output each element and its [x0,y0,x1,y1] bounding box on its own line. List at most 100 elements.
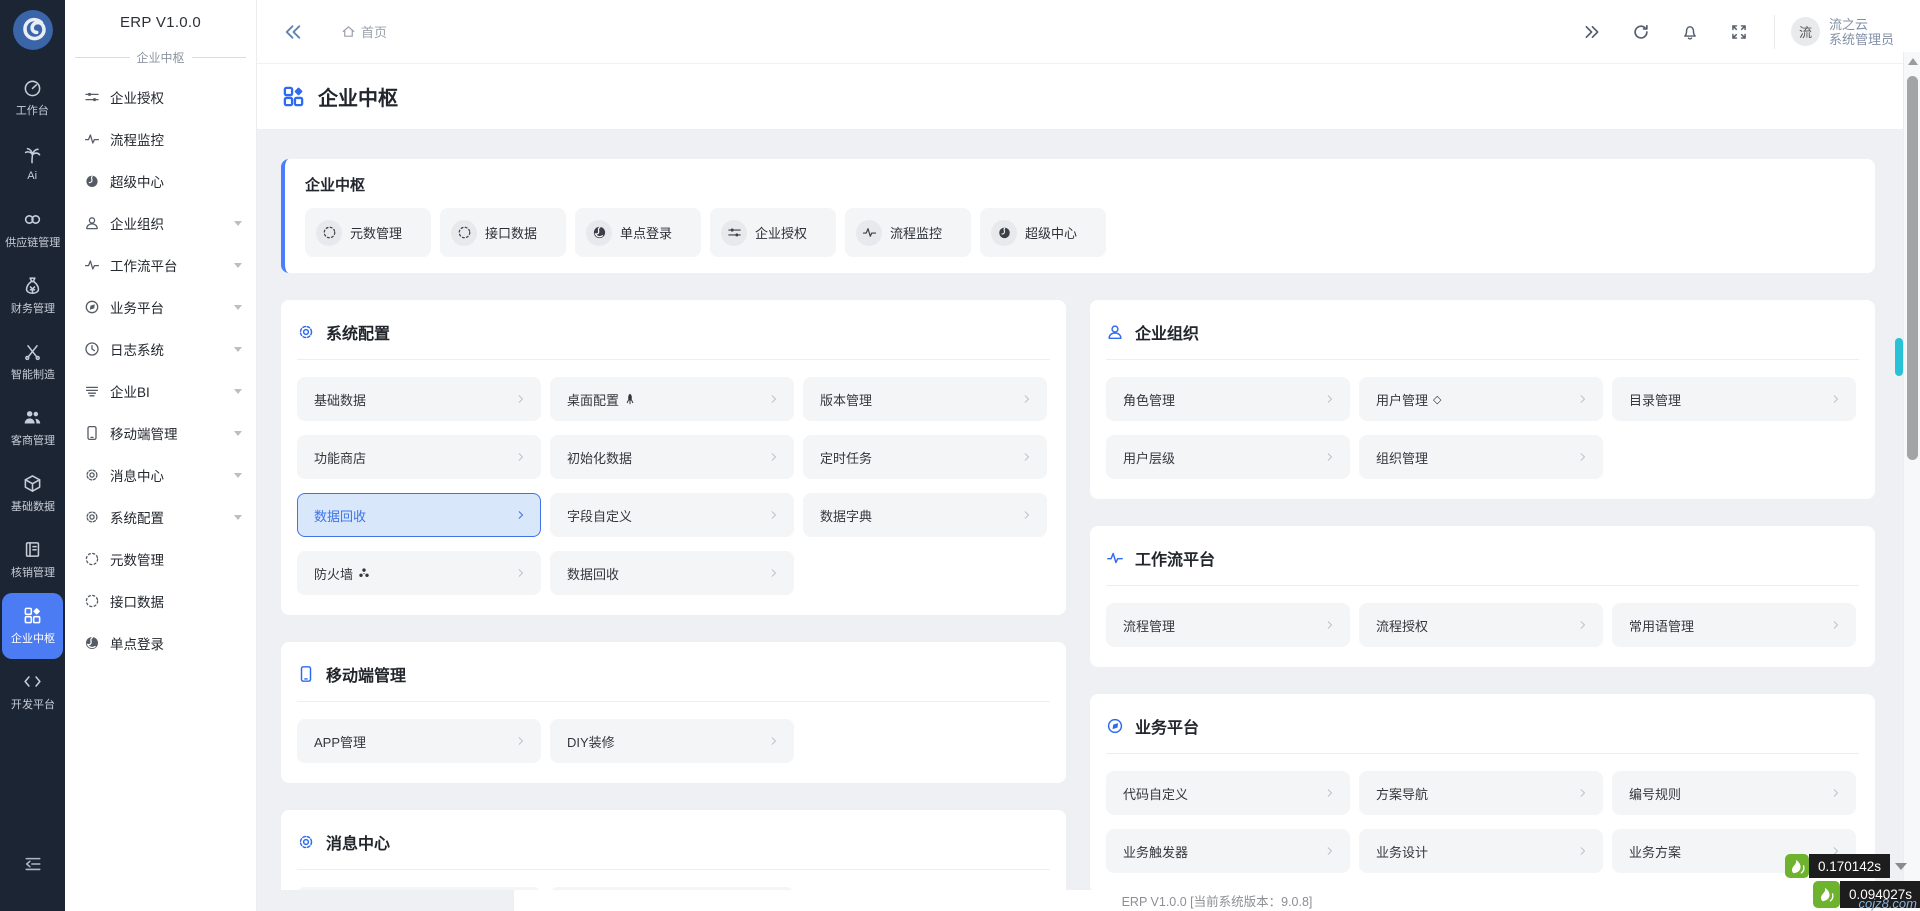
rail-item-财务管理[interactable]: 财务管理 [2,263,63,329]
sidebar-item-label: 超级中心 [110,175,164,190]
ball-icon [991,219,1017,246]
browser-scrollbar[interactable] [1903,52,1920,911]
quick-card-title: 企业中枢 [305,177,366,194]
menu-pill-用户管理[interactable]: 用户管理 ◇ [1359,377,1603,421]
chevron-right-icon [1324,393,1336,405]
version-status-text: ERP V1.0.0 [当前系统版本：9.0.8] [1121,895,1313,909]
menu-pill-DIY装修[interactable]: DIY装修 [550,719,794,763]
quick-link-接口数据[interactable]: 接口数据 [440,208,566,257]
chevron-right-icon [515,735,527,747]
page-content: 企业中枢 元数管理 接口数据 单点登录 企业授权 流程监控 超级中心 系统配置 基础数据 桌面… [257,130,1903,890]
rail-item-label: Ai [27,170,38,182]
sidebar-group-divider: 企业中枢 [65,44,256,70]
tab-home[interactable]: 首页 [341,22,387,41]
quick-link-流程监控[interactable]: 流程监控 [845,208,971,257]
menu-pill-代码自定义[interactable]: 代码自定义 [1106,771,1350,815]
menu-pill-版本管理[interactable]: 版本管理 [803,377,1047,421]
menu-pill-消息推送[interactable]: 消息推送 [297,887,541,890]
app-logo-icon[interactable] [12,9,54,51]
user-menu[interactable]: 流之云 系统管理员 [1829,17,1894,47]
sidebar-item-工作流平台[interactable]: 工作流平台 [65,244,256,286]
sidebar-item-接口数据[interactable]: 接口数据 [65,580,256,622]
sidebar-item-企业组织[interactable]: 企业组织 [65,202,256,244]
menu-pill-业务设计[interactable]: 业务设计 [1359,829,1603,873]
dotted-icon [84,593,100,609]
sidebar-item-移动端管理[interactable]: 移动端管理 [65,412,256,454]
menu-pill-字段自定义[interactable]: 字段自定义 [550,493,794,537]
rail-collapse-icon[interactable] [23,855,43,873]
menu-pill-流程授权[interactable]: 流程授权 [1359,603,1603,647]
scrollbar-thumb[interactable] [1907,76,1918,460]
pill-label: 基础数据 [314,392,367,408]
pill-label: 业务触发器 [1123,844,1189,860]
rail-item-开发平台[interactable]: 开发平台 [2,659,63,725]
rail-item-核销管理[interactable]: 核销管理 [2,527,63,593]
rail-item-基础数据[interactable]: 基础数据 [2,461,63,527]
expand-tabs-icon[interactable] [1583,23,1601,41]
menu-pill-用户层级[interactable]: 用户层级 [1106,435,1350,479]
diamond-icon: ◇ [1433,393,1442,406]
pill-label: 初始化数据 [567,450,633,466]
scroll-down-arrow-icon[interactable] [1895,862,1908,870]
rail-item-label: 财务管理 [10,303,55,315]
avatar[interactable]: 流 [1790,17,1820,46]
rail-item-Ai[interactable]: Ai [2,131,63,197]
quick-link-企业授权[interactable]: 企业授权 [710,208,836,257]
sidebar-item-流程监控[interactable]: 流程监控 [65,118,256,160]
menu-pill-角色管理[interactable]: 角色管理 [1106,377,1350,421]
chevron-right-icon [1830,393,1842,405]
menu-pill-APP管理[interactable]: APP管理 [297,719,541,763]
sidebar-item-业务平台[interactable]: 业务平台 [65,286,256,328]
menu-pill-数据回收[interactable]: 数据回收 [550,551,794,595]
quick-link-单点登录[interactable]: 单点登录 [575,208,701,257]
sidebar-collapse-icon[interactable] [283,22,303,42]
menu-pill-常用语管理[interactable]: 常用语管理 [1612,603,1856,647]
menu-pill-定时任务[interactable]: 定时任务 [803,435,1047,479]
sidebar-item-单点登录[interactable]: 单点登录 [65,622,256,664]
section-card-移动端管理: 移动端管理 APP管理 DIY装修 [281,642,1066,783]
sidebar-item-元数管理[interactable]: 元数管理 [65,538,256,580]
gear-icon [297,833,315,851]
menu-pill-桌面配置[interactable]: 桌面配置 [550,377,794,421]
menu-pill-组织管理[interactable]: 组织管理 [1359,435,1603,479]
topbar: 首页 流 流之云 系统管理员 [257,0,1920,64]
menu-pill-防火墙[interactable]: 防火墙 [297,551,541,595]
menu-pill-初始化数据[interactable]: 初始化数据 [550,435,794,479]
rail-item-供应链管理[interactable]: 供应链管理 [2,197,63,263]
rail-item-label: 智能制造 [10,369,55,381]
rail-nav: 工作台 Ai 供应链管理财务管理智能制造客商管理 基础数据 核销管理 企业中枢 开发平台 [0,65,65,725]
menu-pill-编号规则[interactable]: 编号规则 [1612,771,1856,815]
scroll-up-arrow-icon[interactable] [1907,58,1918,65]
section-items: APP管理 DIY装修 [295,719,1052,763]
quick-access-card: 企业中枢 元数管理 接口数据 单点登录 企业授权 流程监控 超级中心 [281,159,1875,273]
menu-pill-功能商店[interactable]: 功能商店 [297,435,541,479]
chevron-right-icon [1324,845,1336,857]
sidebar-item-超级中心[interactable]: 超级中心 [65,160,256,202]
sidebar-item-日志系统[interactable]: 日志系统 [65,328,256,370]
menu-pill-基础数据[interactable]: 基础数据 [297,377,541,421]
menu-pill-业务触发器[interactable]: 业务触发器 [1106,829,1350,873]
home-icon [341,24,356,39]
sidebar-item-系统配置[interactable]: 系统配置 [65,496,256,538]
rail-item-智能制造[interactable]: 智能制造 [2,329,63,395]
sidebar-item-企业BI[interactable]: 企业BI [65,370,256,412]
rail-item-企业中枢[interactable]: 企业中枢 [2,593,63,659]
pill-label: 代码自定义 [1123,786,1189,802]
sidebar-item-企业授权[interactable]: 企业授权 [65,76,256,118]
refresh-icon[interactable] [1632,23,1650,41]
fullscreen-icon[interactable] [1730,23,1748,41]
rail-item-客商管理[interactable]: 客商管理 [2,395,63,461]
menu-pill-数据字典[interactable]: 数据字典 [803,493,1047,537]
quick-link-元数管理[interactable]: 元数管理 [305,208,431,257]
rail-item-工作台[interactable]: 工作台 [2,65,63,131]
pill-label: 数据回收 [314,508,367,524]
quick-link-超级中心[interactable]: 超级中心 [980,208,1106,257]
menu-pill-数据回收[interactable]: 数据回收 [297,493,541,537]
inner-scrollbar-thumb[interactable] [1895,338,1903,376]
menu-pill-流程管理[interactable]: 流程管理 [1106,603,1350,647]
menu-pill-目录管理[interactable]: 目录管理 [1612,377,1856,421]
notifications-icon[interactable] [1681,23,1699,41]
menu-pill-方案导航[interactable]: 方案导航 [1359,771,1603,815]
pill-label: 数据字典 [820,508,873,524]
sidebar-item-消息中心[interactable]: 消息中心 [65,454,256,496]
